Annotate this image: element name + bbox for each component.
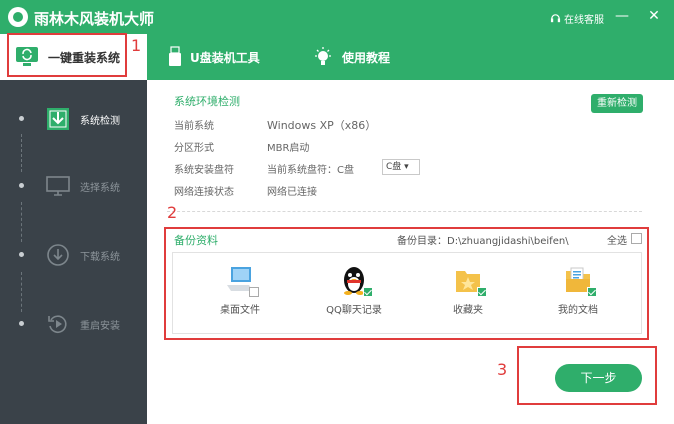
current-system-value: Windows XP（x86） — [267, 119, 377, 132]
install-drive-label: 系统安装盘符 — [174, 165, 234, 176]
app-title: 雨林木风装机大师 — [34, 10, 155, 28]
step-dot — [19, 252, 24, 257]
annotation-number-2: 2 — [167, 203, 178, 222]
app-logo-icon — [8, 7, 28, 27]
step-dot — [19, 116, 24, 121]
network-label: 网络连接状态 — [174, 187, 234, 198]
usb-drive-icon — [168, 46, 182, 68]
step-dot — [19, 321, 24, 326]
tab-tutorial-label: 使用教程 — [342, 50, 391, 65]
minimize-button[interactable]: — — [612, 6, 632, 26]
close-button[interactable]: ✕ — [644, 6, 664, 26]
sidebar-step-download[interactable]: 下载系统 — [0, 235, 147, 275]
title-bar: 雨林木风装机大师 在线客服 — ✕ — [0, 0, 674, 34]
sidebar-step-select[interactable]: 选择系统 — [0, 166, 147, 206]
online-service-link[interactable]: 在线客服 — [550, 11, 604, 26]
drive-select[interactable]: C盘 ▾ — [382, 159, 420, 175]
tab-usb-tool-label: U盘装机工具 — [190, 50, 260, 65]
monitor-icon — [46, 174, 70, 198]
sidebar-step-restart-label: 重启安装 — [80, 321, 120, 332]
env-check-title: 系统环境检测 — [174, 95, 240, 108]
install-drive-value: 当前系统盘符：C盘 — [267, 165, 354, 176]
sidebar-step-detect-label: 系统检测 — [80, 116, 120, 127]
lightbulb-icon — [312, 46, 334, 68]
partition-value: MBR启动 — [267, 143, 310, 154]
annotation-box-1 — [7, 33, 127, 77]
sidebar-step-download-label: 下载系统 — [80, 252, 120, 263]
sidebar-step-detect[interactable]: 系统检测 — [0, 99, 147, 139]
annotation-number-1: 1 — [131, 36, 142, 55]
redetect-button[interactable]: 重新检测 — [591, 94, 643, 113]
network-value: 网络已连接 — [267, 187, 317, 198]
headset-icon — [550, 14, 561, 23]
annotation-box-2 — [164, 227, 649, 340]
download-icon — [46, 243, 70, 267]
step-dot — [19, 183, 24, 188]
partition-label: 分区形式 — [174, 143, 214, 154]
sidebar-step-restart[interactable]: 重启安装 — [0, 304, 147, 344]
annotation-number-3: 3 — [497, 360, 508, 379]
tab-tutorial[interactable]: 使用教程 — [312, 34, 390, 80]
section-divider — [167, 211, 642, 212]
current-system-label: 当前系统 — [174, 121, 214, 132]
sidebar: 系统检测 选择系统 下载系统 重启安装 — [0, 80, 147, 424]
online-service-label: 在线客服 — [564, 15, 604, 26]
sidebar-step-select-label: 选择系统 — [80, 183, 120, 194]
scan-icon — [46, 107, 70, 131]
annotation-box-3 — [517, 346, 657, 405]
tab-usb-tool[interactable]: U盘装机工具 — [168, 34, 260, 80]
restart-icon — [46, 312, 70, 336]
